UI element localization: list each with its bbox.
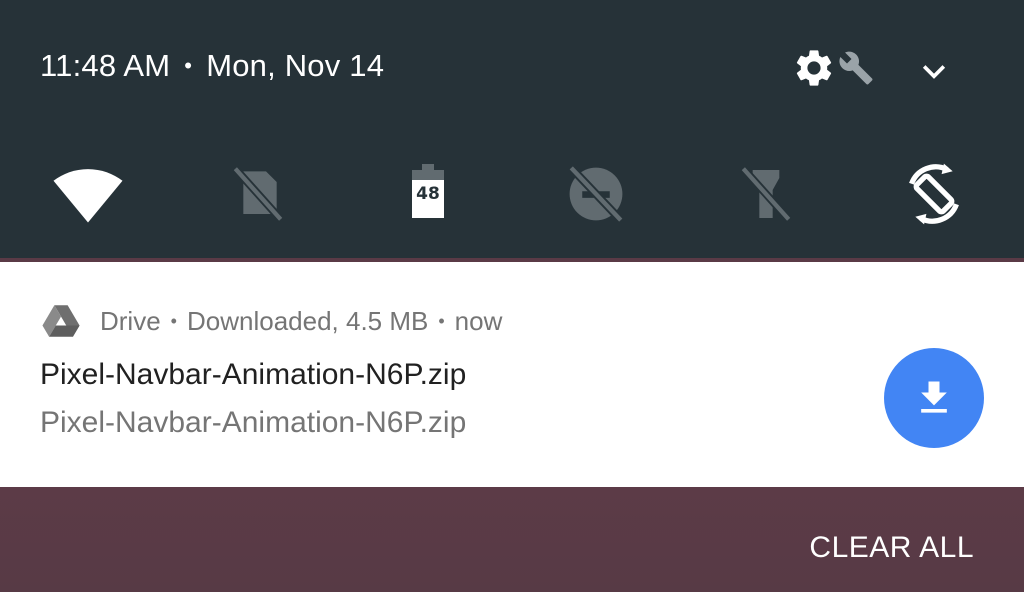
date-separator: •	[184, 53, 193, 78]
download-notification[interactable]: Drive • Downloaded, 4.5 MB • now Pixel-N…	[0, 262, 1024, 487]
notification-shade-header: 11:48 AM • Mon, Nov 14 48	[0, 0, 1024, 258]
wifi-icon	[53, 169, 123, 223]
notification-title: Pixel-Navbar-Animation-N6P.zip	[40, 358, 467, 391]
date-time-row: 11:48 AM • Mon, Nov 14	[40, 40, 384, 92]
header-separator: •	[170, 310, 177, 331]
qs-tile-mobile-data[interactable]	[222, 158, 294, 230]
notification-header: Drive • Downloaded, 4.5 MB • now	[40, 300, 502, 342]
no-sim-icon	[232, 165, 284, 223]
expand-button[interactable]	[912, 50, 956, 94]
notification-text: Pixel-Navbar-Animation-N6P.zip	[40, 406, 467, 439]
qs-tile-wifi[interactable]	[52, 158, 124, 230]
date-label[interactable]: Mon, Nov 14	[206, 48, 384, 84]
settings-button[interactable]	[792, 42, 874, 94]
notification-time: now	[454, 305, 503, 336]
quick-settings-row: 48	[0, 158, 1024, 230]
flashlight-off-icon	[740, 165, 792, 223]
download-button[interactable]	[884, 348, 984, 448]
qs-tile-flashlight[interactable]	[730, 158, 802, 230]
notification-footer: CLEAR ALL	[0, 487, 1024, 592]
download-icon	[921, 381, 947, 413]
qs-tile-auto-rotate[interactable]	[898, 158, 970, 230]
auto-rotate-icon	[909, 163, 959, 225]
clock-time: 11:48 AM	[40, 48, 171, 83]
app-name: Drive	[100, 305, 161, 336]
battery-icon: 48	[412, 164, 444, 218]
qs-tile-do-not-disturb[interactable]	[560, 158, 632, 230]
chevron-down-icon[interactable]	[917, 55, 951, 89]
qs-tile-battery[interactable]: 48	[392, 158, 464, 230]
dnd-off-icon	[568, 165, 624, 223]
notification-status: Downloaded, 4.5 MB	[186, 305, 429, 336]
clear-all-button[interactable]: CLEAR ALL	[809, 531, 974, 565]
header-separator: •	[438, 310, 445, 331]
drive-icon	[42, 305, 80, 337]
battery-level-label: 48	[416, 184, 440, 204]
settings-gear-icon[interactable]	[792, 46, 836, 90]
wrench-icon	[839, 51, 873, 85]
